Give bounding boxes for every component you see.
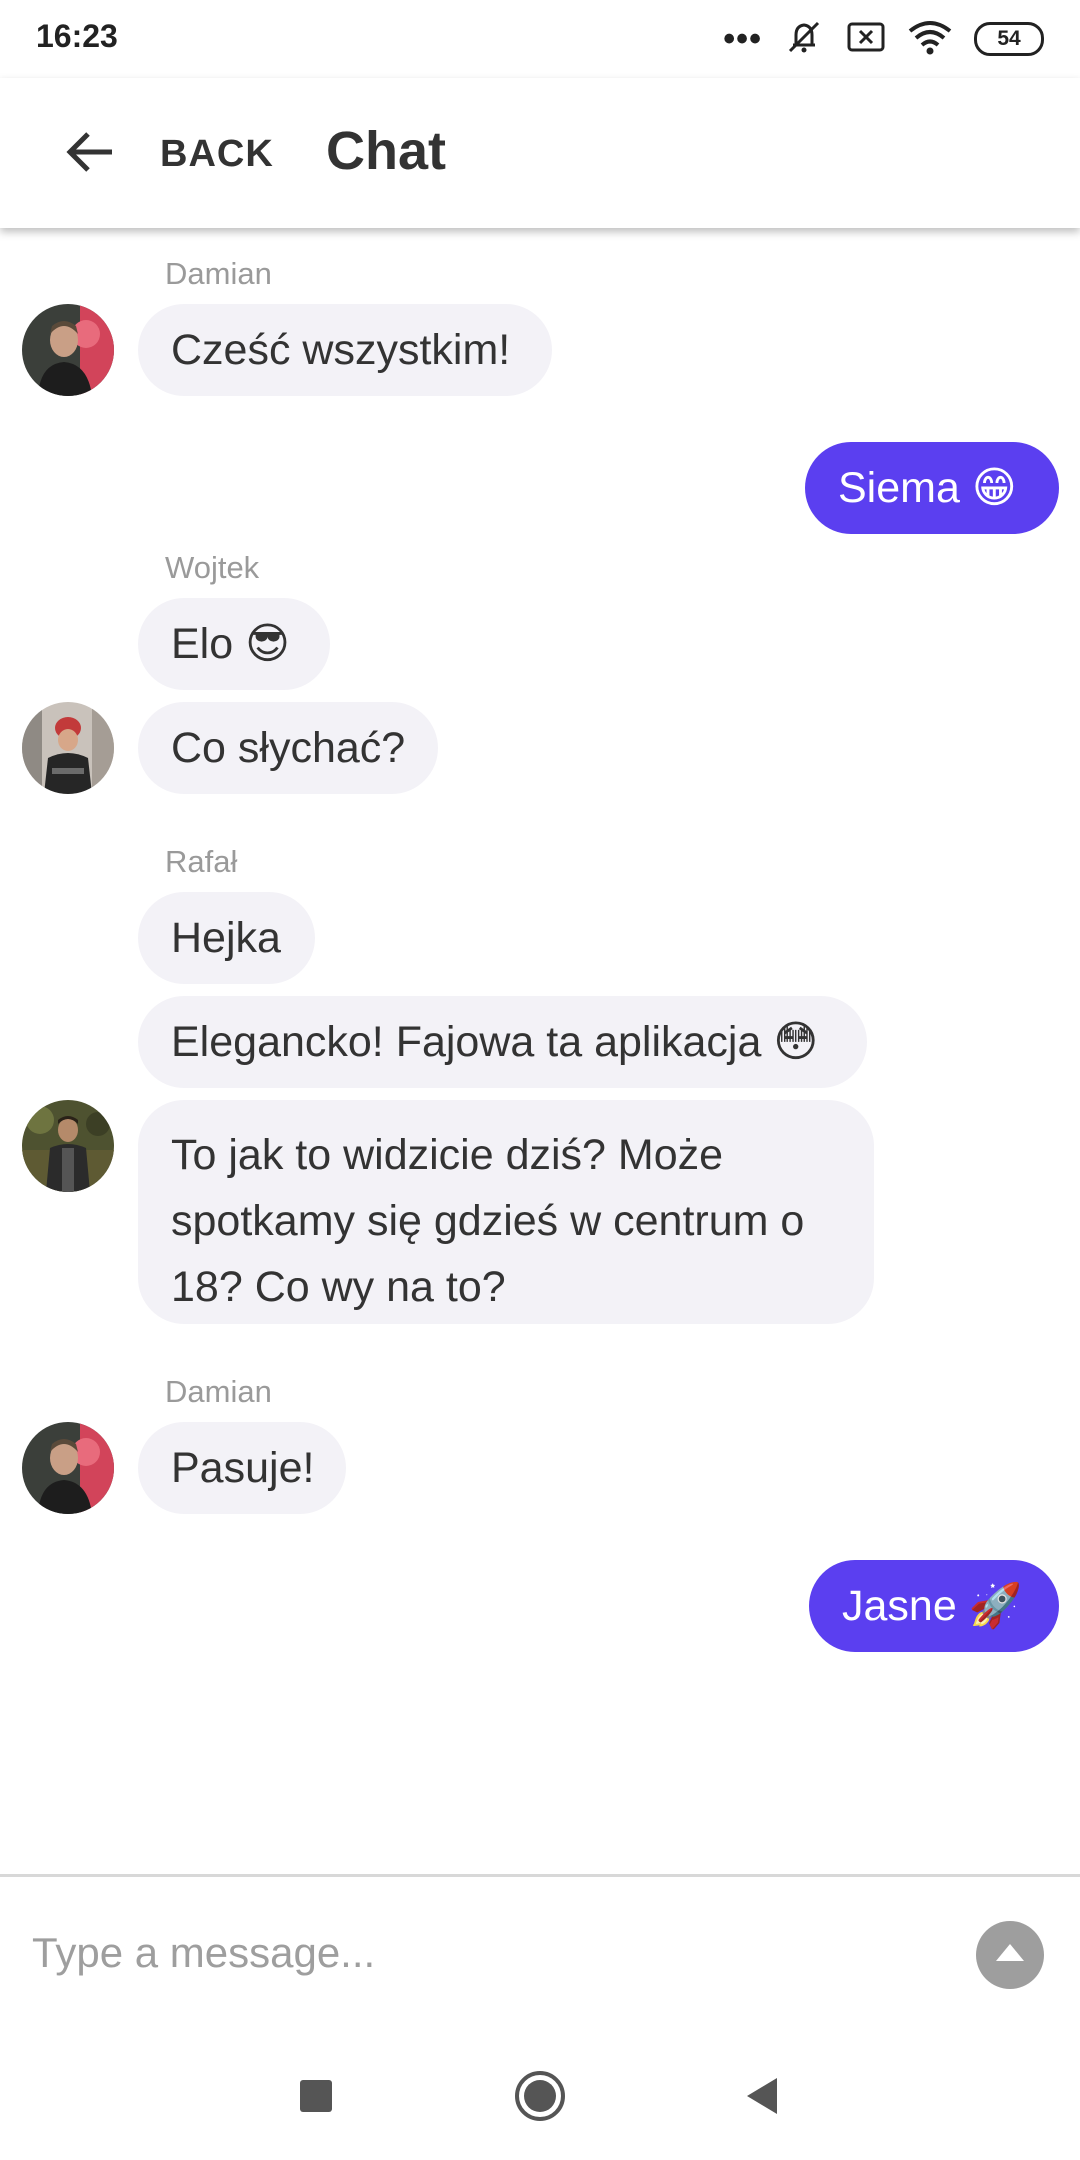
sender-name: Damian [165, 1374, 272, 1409]
message-bubble[interactable]: To jak to widzicie dziś? Może spotkamy s… [138, 1100, 874, 1324]
message-bubble[interactable]: Elegancko! Fajowa ta aplikacja 😳 [138, 996, 867, 1088]
sim-x-icon [846, 20, 886, 59]
message-input[interactable] [30, 1917, 934, 1989]
circle-home-icon[interactable] [508, 2064, 572, 2128]
status-time: 16:23 [36, 18, 118, 54]
square-recents-icon[interactable] [284, 2064, 348, 2128]
triangle-up-icon [993, 1941, 1027, 1970]
page-title: Chat [326, 121, 446, 181]
message-bubble[interactable]: Hejka [138, 892, 315, 984]
send-button[interactable] [976, 1921, 1044, 1989]
status-bar: 16:23 ••• 54 [0, 0, 1080, 78]
message-composer [0, 1874, 1080, 2035]
message-bubble[interactable]: Elo 😎 [138, 598, 330, 690]
sender-name: Rafał [165, 844, 238, 879]
message-bubble[interactable]: Co słychać? [138, 702, 438, 794]
wifi-icon [908, 19, 952, 60]
system-nav-bar [0, 2032, 1080, 2160]
own-message-bubble[interactable]: Jasne 🚀 [809, 1560, 1059, 1652]
sender-name: Wojtek [165, 550, 260, 585]
message-bubble[interactable]: Pasuje! [138, 1422, 346, 1514]
back-label: BACK [160, 132, 274, 175]
avatar[interactable] [22, 702, 114, 794]
avatar[interactable] [22, 1422, 114, 1514]
message-list[interactable]: Damian Cześć wszystkim! Siema 😁 Wojtek E… [0, 228, 1080, 1874]
more-dots-icon: ••• [723, 20, 762, 58]
status-icons: ••• 54 [723, 18, 1044, 60]
bell-off-icon [784, 17, 824, 62]
avatar[interactable] [22, 1100, 114, 1192]
back-button[interactable]: BACK [60, 118, 274, 190]
arrow-left-icon [60, 122, 120, 187]
message-bubble[interactable]: Cześć wszystkim! [138, 304, 552, 396]
avatar[interactable] [22, 304, 114, 396]
battery-icon: 54 [974, 22, 1044, 56]
triangle-back-icon[interactable] [730, 2064, 794, 2128]
sender-name: Damian [165, 256, 272, 291]
app-bar: BACK Chat [0, 78, 1080, 228]
own-message-bubble[interactable]: Siema 😁 [805, 442, 1059, 534]
